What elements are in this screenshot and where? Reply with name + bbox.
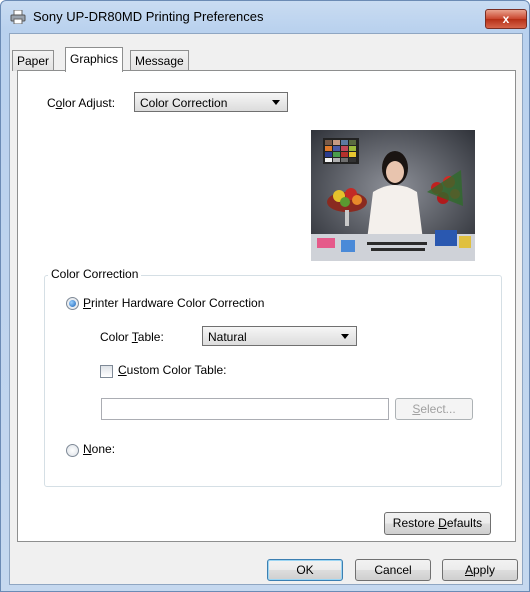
printing-preferences-window: Sony UP-DR80MD Printing Preferences x Pa… [0, 0, 530, 592]
printer-hw-correction-radio[interactable] [66, 297, 79, 310]
graphics-panel: Color Adjust: Color Correction Color Cor… [17, 70, 516, 542]
color-checker-chart [323, 138, 359, 164]
apply-button[interactable]: Apply [442, 559, 518, 581]
color-adjust-dropdown[interactable]: Color Correction [134, 92, 288, 112]
cancel-button[interactable]: Cancel [355, 559, 431, 581]
color-adjust-label: Color Adjust: [47, 96, 116, 110]
custom-color-table-path-field[interactable] [101, 398, 389, 420]
printer-icon [10, 10, 26, 24]
chevron-down-icon [272, 100, 280, 105]
none-label[interactable]: None: [83, 442, 115, 456]
none-radio[interactable] [66, 444, 79, 457]
tab-label: Paper [17, 54, 50, 68]
select-button[interactable]: Select... [395, 398, 473, 420]
tab-paper[interactable]: Paper [12, 50, 55, 71]
dialog-client: Paper Graphics Message Color Adjust: Col… [9, 33, 523, 585]
close-icon: x [502, 12, 510, 26]
color-correction-group-title: Color Correction [48, 267, 142, 281]
color-adjust-value: Color Correction [140, 96, 228, 110]
color-table-dropdown[interactable]: Natural [202, 326, 357, 346]
window-title: Sony UP-DR80MD Printing Preferences [33, 9, 264, 24]
ok-label: OK [296, 563, 314, 577]
color-preview-image [311, 130, 475, 261]
color-table-value: Natural [208, 330, 247, 344]
custom-color-table-label[interactable]: Custom Color Table: [118, 363, 227, 377]
radio-selected-dot [69, 300, 76, 307]
ok-button[interactable]: OK [267, 559, 343, 581]
tab-label: Message [135, 54, 184, 68]
color-table-label: Color Table: [100, 330, 164, 344]
close-button[interactable]: x [485, 9, 527, 29]
chevron-down-icon [341, 334, 349, 339]
cancel-label: Cancel [374, 563, 412, 577]
title-bar[interactable]: Sony UP-DR80MD Printing Preferences x [1, 1, 529, 33]
restore-defaults-button[interactable]: Restore Defaults [384, 512, 491, 535]
tab-label: Graphics [70, 52, 119, 66]
printer-hw-correction-label[interactable]: Printer Hardware Color Correction [83, 296, 264, 310]
custom-color-table-checkbox[interactable] [100, 365, 113, 378]
tab-message[interactable]: Message [130, 50, 189, 71]
tab-graphics[interactable]: Graphics [65, 47, 124, 72]
sample-photo-graphic [311, 130, 475, 261]
